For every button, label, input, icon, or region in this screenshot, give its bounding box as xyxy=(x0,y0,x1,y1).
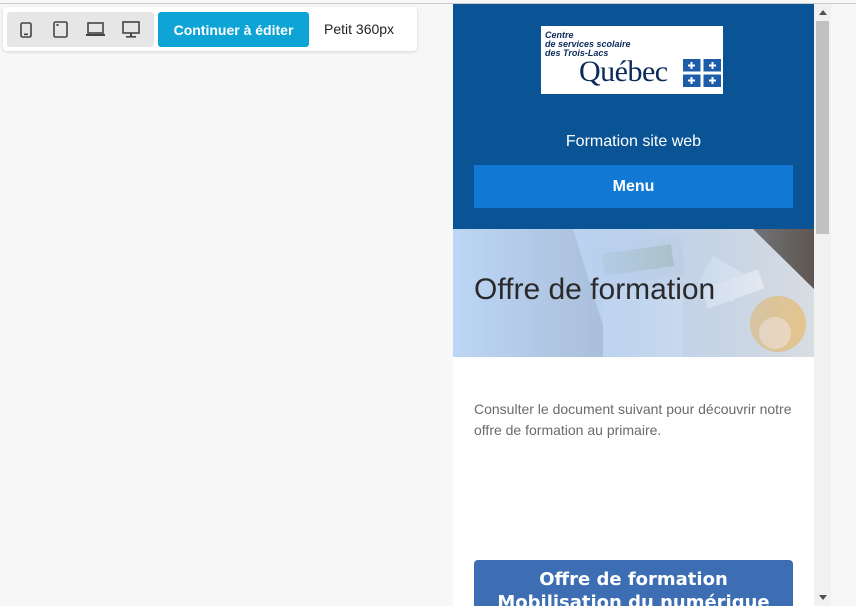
training-offer-button[interactable]: Offre de formation Mobilisation du numér… xyxy=(474,560,793,606)
site-header: Centre de services scolaire des Trois-La… xyxy=(453,4,814,229)
desktop-view-button[interactable] xyxy=(114,12,147,47)
hero-banner: Offre de formation xyxy=(453,229,814,357)
mobile-icon xyxy=(19,21,32,38)
laptop-icon xyxy=(86,22,105,36)
site-preview: Centre de services scolaire des Trois-La… xyxy=(453,4,814,606)
laptop-view-button[interactable] xyxy=(79,12,112,47)
site-title: Formation site web xyxy=(565,133,702,150)
cta-line-1: Offre de formation xyxy=(539,569,728,590)
quebec-flag-icon xyxy=(683,59,721,87)
site-logo[interactable]: Centre de services scolaire des Trois-La… xyxy=(541,26,723,94)
arrow-down-icon xyxy=(818,595,827,600)
preview-toolbar: Continuer à éditer Petit 360px xyxy=(3,7,417,51)
logo-wordmark: Québec xyxy=(579,55,668,88)
vertical-scrollbar[interactable] xyxy=(814,4,831,606)
device-selector xyxy=(7,12,154,47)
viewport-size-label: Petit 360px xyxy=(324,21,395,37)
continue-editing-button[interactable]: Continuer à éditer xyxy=(158,12,309,47)
scroll-down-button[interactable] xyxy=(814,589,831,606)
tablet-icon xyxy=(53,21,68,38)
hero-title: Offre de formation xyxy=(474,273,716,306)
desktop-icon xyxy=(121,21,140,38)
tablet-view-button[interactable] xyxy=(44,12,77,47)
mobile-view-button[interactable] xyxy=(9,12,42,47)
intro-text: Consulter le document suivant pour décou… xyxy=(474,401,792,438)
cta-line-2: Mobilisation du numérique xyxy=(497,592,770,606)
menu-button[interactable]: Menu xyxy=(474,165,793,208)
arrow-up-icon xyxy=(818,10,827,15)
scroll-up-button[interactable] xyxy=(814,4,831,21)
scrollbar-thumb[interactable] xyxy=(816,21,829,234)
